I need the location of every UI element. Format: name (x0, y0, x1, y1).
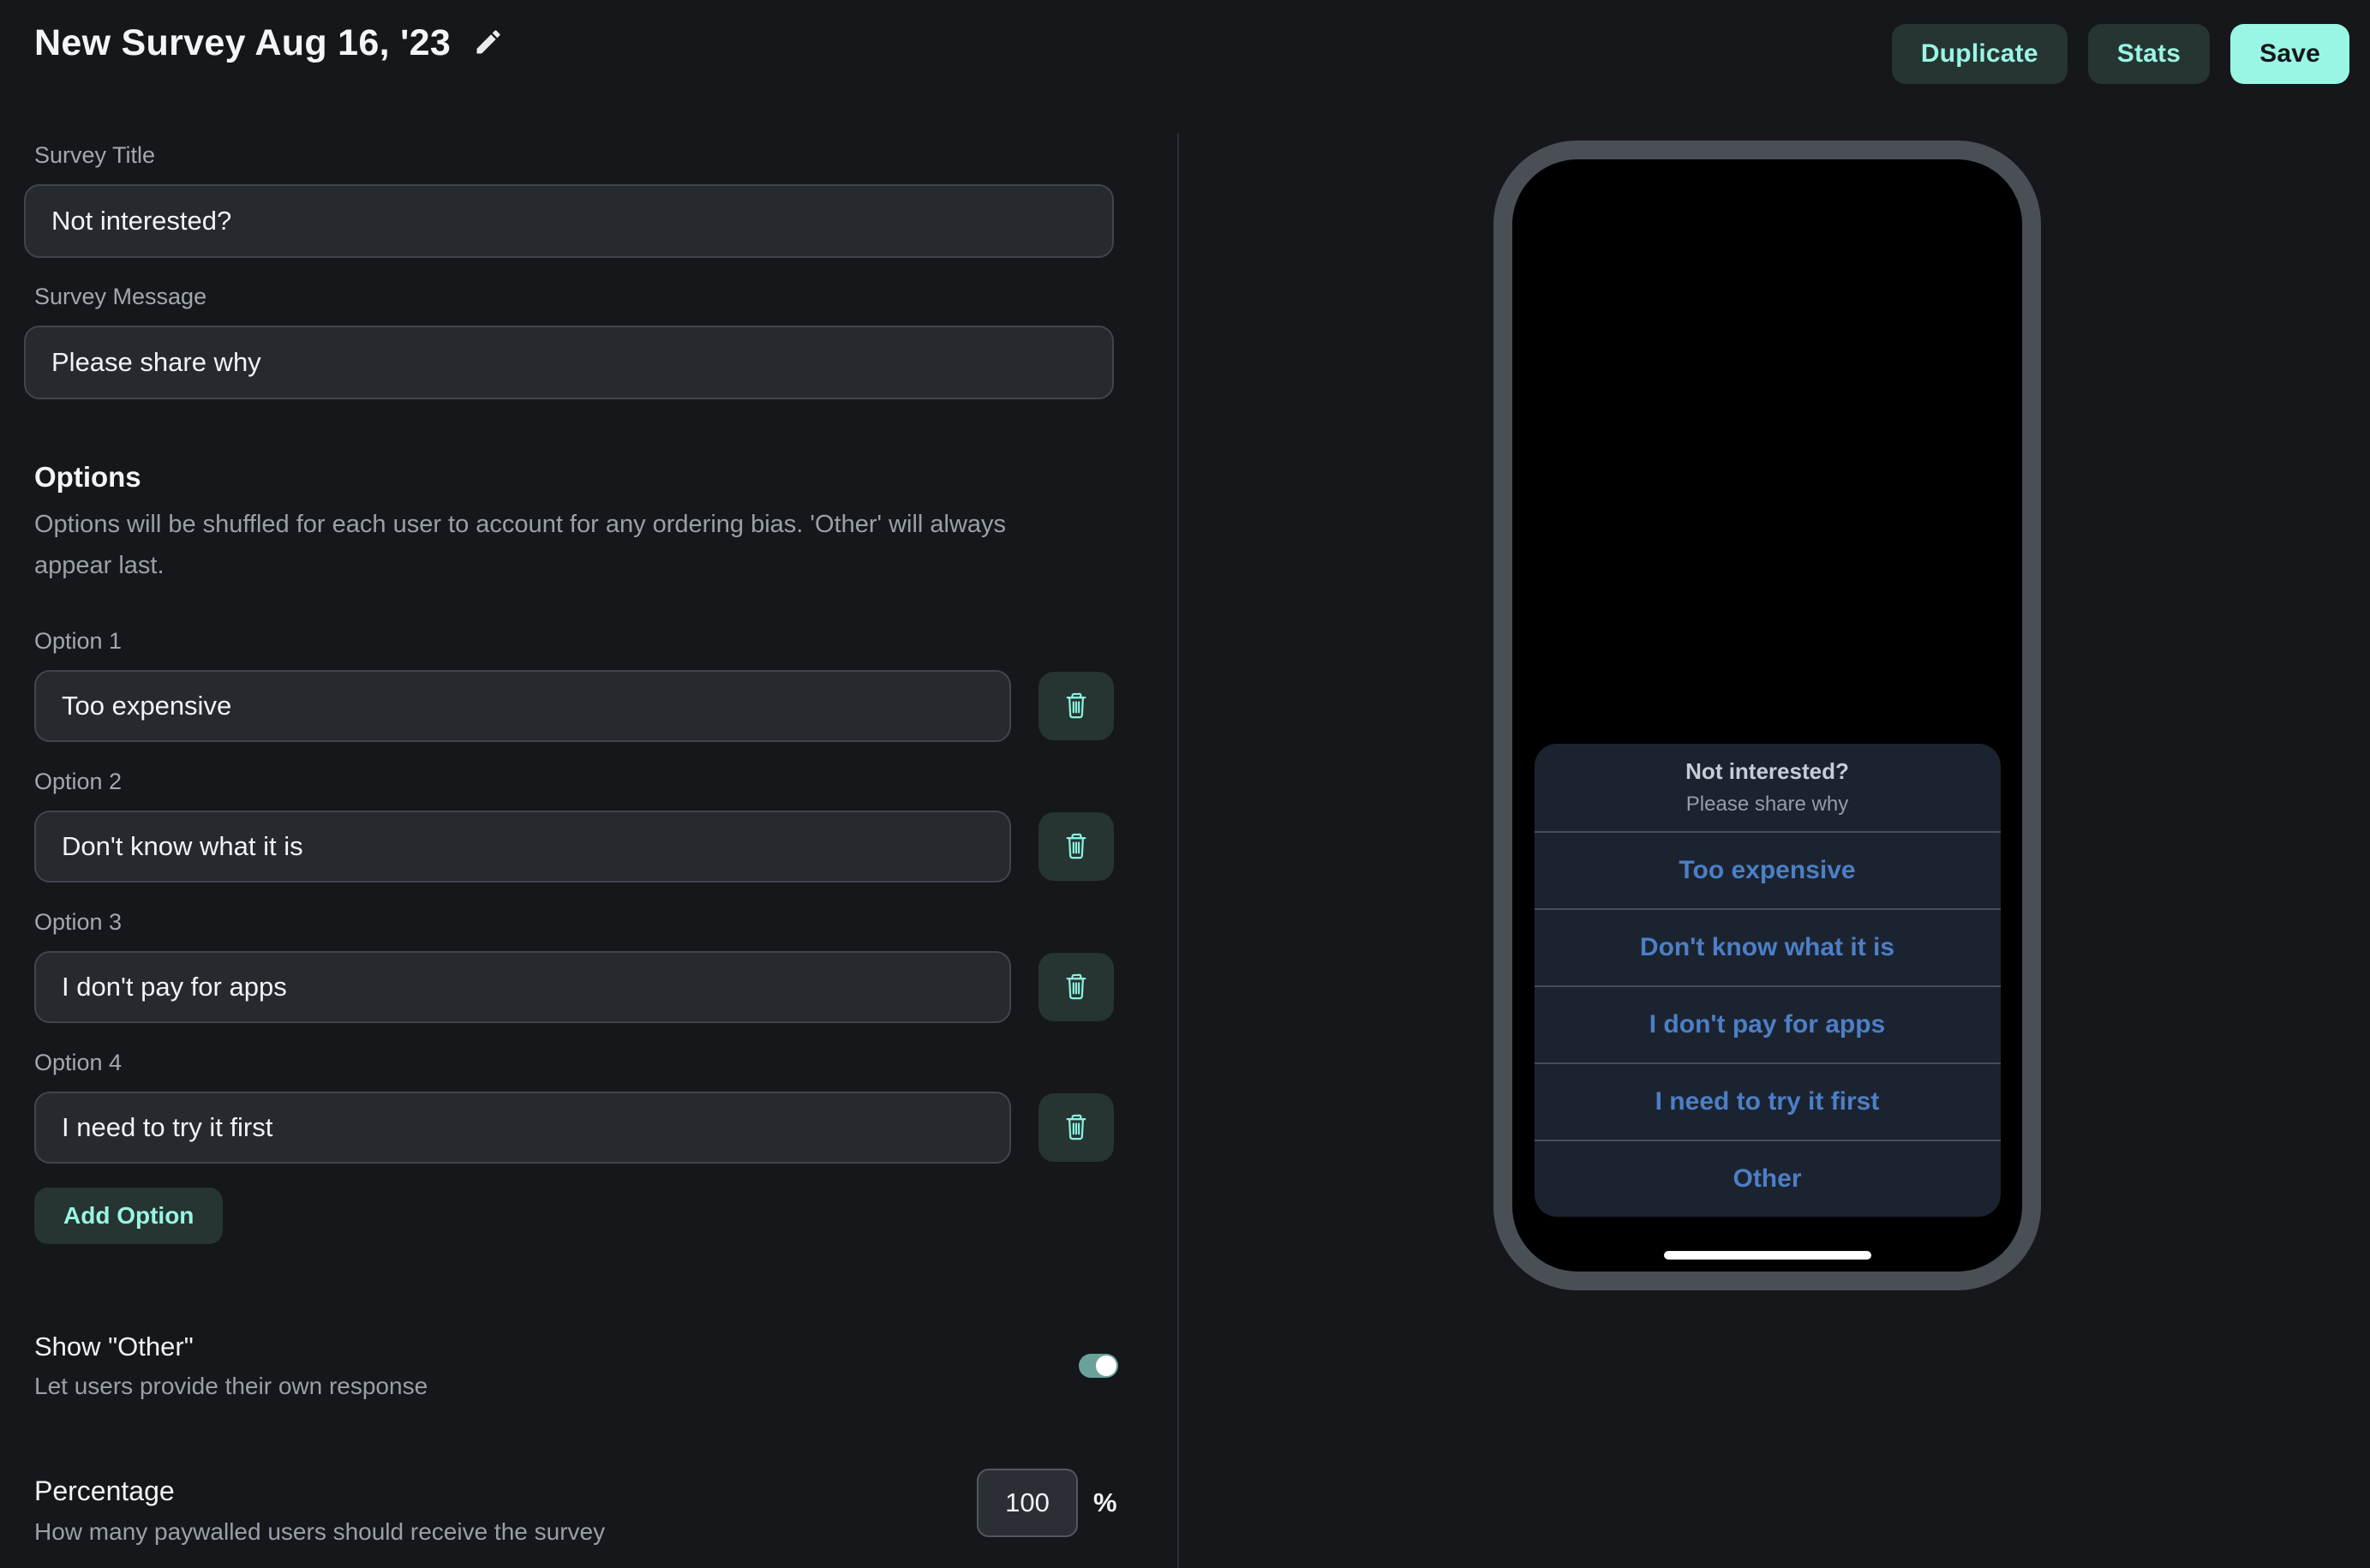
option-2-input[interactable] (34, 811, 1011, 883)
trash-icon (1060, 828, 1092, 866)
page-title: New Survey Aug 16, '23 (34, 22, 451, 64)
option-4-delete-button[interactable] (1038, 1093, 1114, 1162)
survey-preview-card: Not interested? Please share why Too exp… (1535, 744, 2001, 1217)
option-4-label: Option 4 (34, 1050, 122, 1076)
toggle-knob (1096, 1356, 1116, 1376)
stats-button[interactable]: Stats (2088, 24, 2210, 84)
pencil-icon (473, 27, 504, 60)
header-actions: Duplicate Stats Save (1892, 24, 2349, 84)
add-option-button[interactable]: Add Option (34, 1188, 223, 1244)
trash-icon (1060, 1109, 1092, 1147)
option-4-input[interactable] (34, 1092, 1011, 1164)
phone-screen: Not interested? Please share why Too exp… (1512, 159, 2022, 1272)
preview-title: Not interested? (1685, 758, 1849, 785)
option-1-label: Option 1 (34, 628, 122, 655)
preview-option-try-first[interactable]: I need to try it first (1535, 1062, 2001, 1140)
trash-icon (1060, 687, 1092, 726)
show-other-description: Let users provide their own response (34, 1373, 428, 1400)
percentage-description: How many paywalled users should receive … (34, 1518, 605, 1546)
survey-editor-page: New Survey Aug 16, '23 Duplicate Stats S… (0, 0, 2370, 1568)
duplicate-button[interactable]: Duplicate (1892, 24, 2068, 84)
option-2-label: Option 2 (34, 769, 122, 795)
preview-option-dont-know[interactable]: Don't know what it is (1535, 908, 2001, 985)
percentage-heading: Percentage (34, 1475, 175, 1507)
page-header: New Survey Aug 16, '23 (34, 22, 504, 64)
phone-preview-frame: Not interested? Please share why Too exp… (1493, 141, 2041, 1290)
survey-title-label: Survey Title (34, 142, 155, 169)
preview-option-other[interactable]: Other (1535, 1140, 2001, 1217)
column-divider (1177, 133, 1179, 1568)
preview-message: Please share why (1686, 793, 1848, 817)
edit-title-button[interactable] (473, 27, 504, 60)
show-other-heading: Show "Other" (34, 1332, 194, 1362)
options-description: Options will be shuffled for each user t… (34, 504, 1088, 586)
preview-card-header: Not interested? Please share why (1535, 744, 2001, 831)
option-3-delete-button[interactable] (1038, 953, 1114, 1021)
option-2-delete-button[interactable] (1038, 812, 1114, 881)
home-indicator (1664, 1251, 1871, 1260)
percentage-input[interactable] (977, 1469, 1078, 1537)
preview-option-too-expensive[interactable]: Too expensive (1535, 831, 2001, 908)
option-1-delete-button[interactable] (1038, 672, 1114, 740)
option-1-input[interactable] (34, 670, 1011, 742)
options-heading: Options (34, 461, 141, 494)
preview-option-dont-pay[interactable]: I don't pay for apps (1535, 985, 2001, 1062)
trash-icon (1060, 968, 1092, 1007)
show-other-toggle[interactable] (1079, 1354, 1118, 1378)
survey-title-input[interactable] (24, 184, 1114, 258)
survey-message-input[interactable] (24, 326, 1114, 399)
option-3-input[interactable] (34, 951, 1011, 1023)
survey-message-label: Survey Message (34, 284, 206, 310)
save-button[interactable]: Save (2230, 24, 2349, 84)
percent-sign: % (1093, 1487, 1117, 1518)
option-3-label: Option 3 (34, 909, 122, 936)
